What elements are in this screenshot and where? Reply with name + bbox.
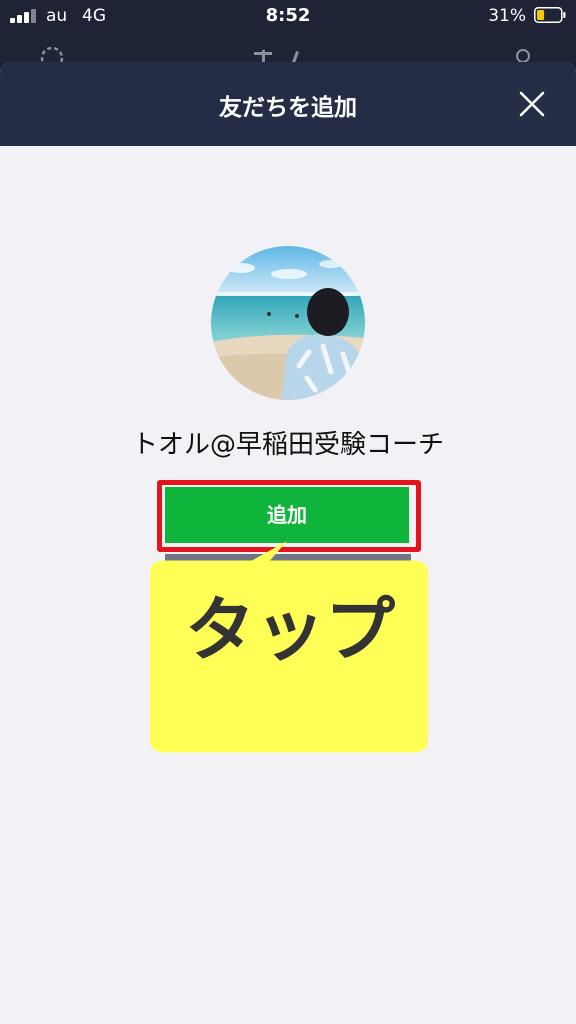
close-icon — [519, 91, 545, 117]
beach-photo-avatar — [211, 246, 365, 400]
status-bar: au 4G 8:52 31% — [0, 0, 576, 34]
background-app-header — [0, 34, 576, 64]
sheet-title: 友だちを追加 — [219, 95, 357, 121]
tap-callout-label: タップ — [185, 589, 395, 671]
profile-name: トオル@早稲田受験コーチ — [131, 430, 444, 460]
add-friend-sheet: 友だちを追加 トオル@早稲田受験コーチ 追加 タップ — [0, 62, 576, 1024]
battery-icon — [534, 7, 566, 23]
battery-percent: 31% — [488, 6, 526, 26]
person-icon — [516, 49, 530, 63]
close-button[interactable] — [510, 82, 554, 126]
sheet-body: トオル@早稲田受験コーチ 追加 タップ — [0, 146, 576, 1024]
settings-icon — [40, 46, 64, 64]
profile-avatar — [211, 246, 365, 400]
sheet-header: 友だちを追加 — [0, 62, 576, 146]
